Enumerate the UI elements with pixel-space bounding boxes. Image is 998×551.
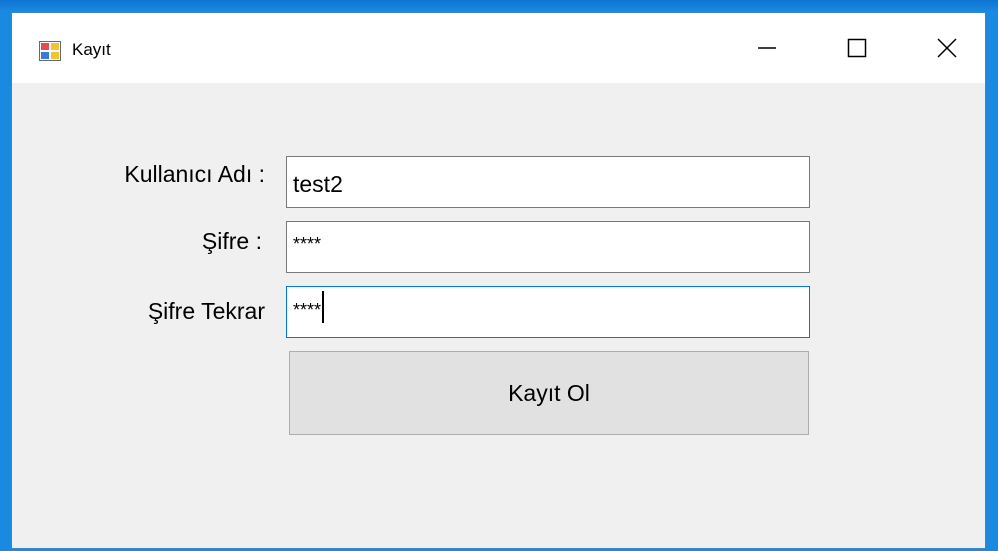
username-label: Kullanıcı Adı :	[124, 161, 265, 187]
title-bar[interactable]: Kayıt	[12, 13, 985, 83]
password-repeat-value: ****	[293, 299, 322, 320]
winforms-app-icon	[39, 41, 61, 61]
maximize-button[interactable]	[827, 13, 887, 83]
password-label: Şifre :	[201, 228, 262, 254]
username-input[interactable]: test2	[286, 156, 810, 208]
desktop-background	[0, 0, 998, 12]
password-value: ****	[293, 234, 322, 254]
form-client-area: Kullanıcı Adı : test2 Şifre : **** Şifre…	[12, 83, 985, 548]
close-icon	[937, 38, 957, 58]
app-window: Kayıt Kullanıcı Adı : test2 Şifre : ****…	[11, 12, 986, 549]
window-title: Kayıt	[72, 40, 111, 59]
username-value: test2	[293, 171, 343, 197]
password-repeat-label: Şifre Tekrar	[147, 298, 265, 324]
text-caret	[322, 291, 325, 323]
minimize-icon	[758, 47, 776, 49]
register-button-label: Kayıt Ol	[508, 379, 590, 406]
close-button[interactable]	[917, 13, 977, 83]
password-input[interactable]: ****	[286, 221, 810, 273]
minimize-button[interactable]	[737, 13, 797, 83]
password-repeat-input[interactable]: ****	[286, 286, 810, 338]
register-button[interactable]: Kayıt Ol	[289, 351, 809, 435]
maximize-icon	[847, 38, 867, 58]
